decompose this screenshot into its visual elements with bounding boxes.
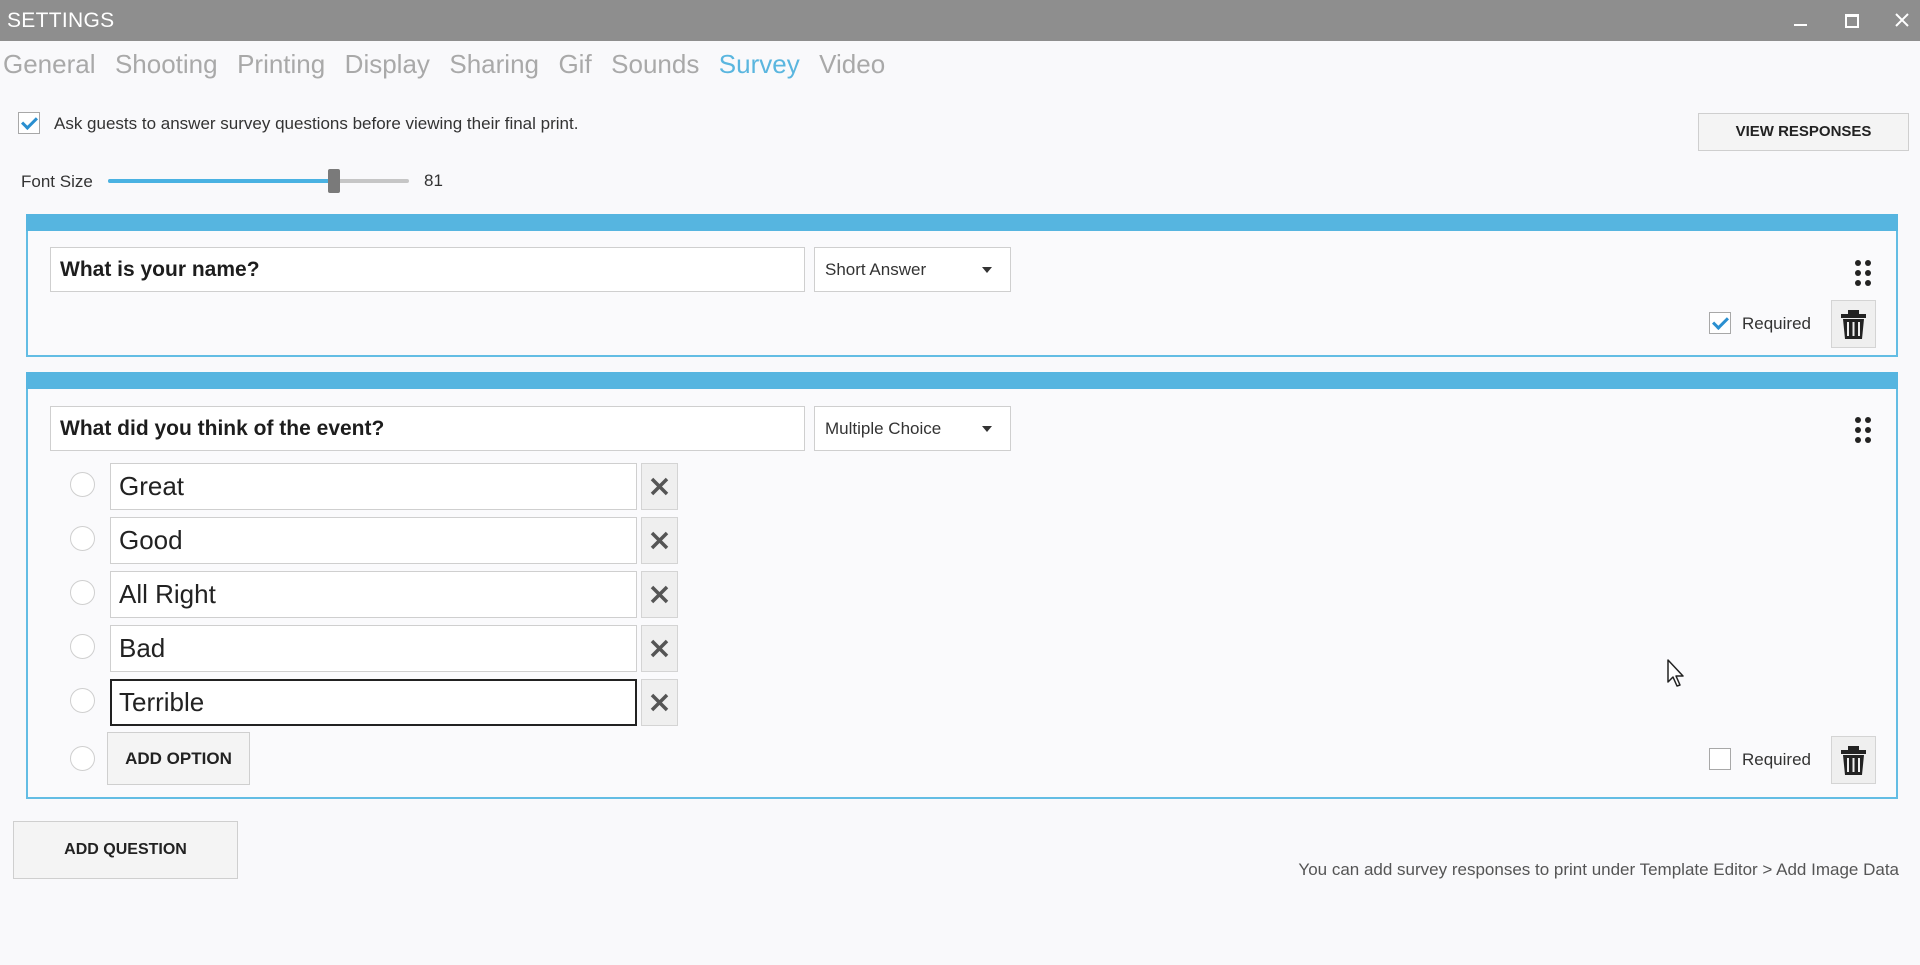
add-question-button[interactable]: ADD QUESTION [13,821,238,879]
tab-sounds[interactable]: Sounds [611,49,699,80]
option-radio[interactable] [70,526,95,551]
window-title: SETTINGS [7,9,115,32]
tab-printing[interactable]: Printing [237,49,325,80]
required-label: Required [1742,314,1811,333]
tab-gif[interactable]: Gif [558,49,591,80]
question-card: What did you think of the event? Multipl… [26,372,1898,799]
minimize-button[interactable] [1783,5,1817,35]
close-icon [1895,13,1909,27]
font-size-slider[interactable] [108,169,409,193]
remove-option-button[interactable] [641,679,678,726]
tab-sharing[interactable]: Sharing [449,49,539,80]
drag-handle-icon[interactable] [1855,417,1873,443]
chevron-down-icon [982,267,992,273]
view-responses-button[interactable]: VIEW RESPONSES [1698,113,1909,151]
question-type-select[interactable]: Multiple Choice [814,406,1011,451]
ask-guests-checkbox[interactable] [18,112,40,134]
title-bar: SETTINGS [0,0,1920,41]
option-radio[interactable] [70,688,95,713]
close-icon [650,693,669,712]
option-radio[interactable] [70,472,95,497]
tab-survey[interactable]: Survey [719,49,800,80]
question-card-header [26,214,1898,231]
question-card: What is your name? Short Answer Required [26,214,1898,357]
trash-icon [1841,746,1866,775]
option-input[interactable]: Great [110,463,637,510]
font-size-slider-thumb[interactable] [327,169,340,193]
remove-option-button[interactable] [641,517,678,564]
tab-display[interactable]: Display [345,49,430,80]
mouse-cursor-icon [1667,659,1684,687]
tab-shooting[interactable]: Shooting [115,49,218,80]
remove-option-button[interactable] [641,571,678,618]
close-icon [650,585,669,604]
option-radio [70,746,95,771]
required-label: Required [1742,750,1811,769]
question-text-input[interactable]: What is your name? [50,247,805,292]
option-input[interactable]: Bad [110,625,637,672]
remove-option-button[interactable] [641,625,678,672]
close-icon [650,477,669,496]
delete-question-button[interactable] [1831,300,1876,348]
tab-general[interactable]: General [3,49,96,80]
maximize-button[interactable] [1834,5,1868,35]
question-card-header [26,372,1898,389]
close-button[interactable] [1885,5,1919,35]
settings-tabs: General Shooting Printing Display Sharin… [3,49,900,83]
required-checkbox[interactable] [1709,312,1731,334]
remove-option-button[interactable] [641,463,678,510]
option-input[interactable]: Good [110,517,637,564]
close-icon [650,639,669,658]
drag-handle-icon[interactable] [1855,260,1873,286]
question-text-input[interactable]: What did you think of the event? [50,406,805,451]
chevron-down-icon [982,426,992,432]
font-size-slider-fill [108,179,334,183]
template-editor-note: You can add survey responses to print un… [1298,860,1899,879]
trash-icon [1841,310,1866,339]
question-type-value: Multiple Choice [825,419,942,438]
add-option-button[interactable]: ADD OPTION [107,732,250,785]
option-radio[interactable] [70,580,95,605]
tab-video[interactable]: Video [819,49,885,80]
question-type-value: Short Answer [825,260,927,279]
delete-question-button[interactable] [1831,736,1876,784]
close-icon [650,531,669,550]
option-radio[interactable] [70,634,95,659]
required-checkbox[interactable] [1709,748,1731,770]
option-input[interactable]: Terrible [110,679,637,726]
option-input[interactable]: All Right [110,571,637,618]
question-type-select[interactable]: Short Answer [814,247,1011,292]
font-size-value: 81 [424,171,443,190]
font-size-label: Font Size [21,172,93,191]
ask-guests-label: Ask guests to answer survey questions be… [54,114,579,133]
